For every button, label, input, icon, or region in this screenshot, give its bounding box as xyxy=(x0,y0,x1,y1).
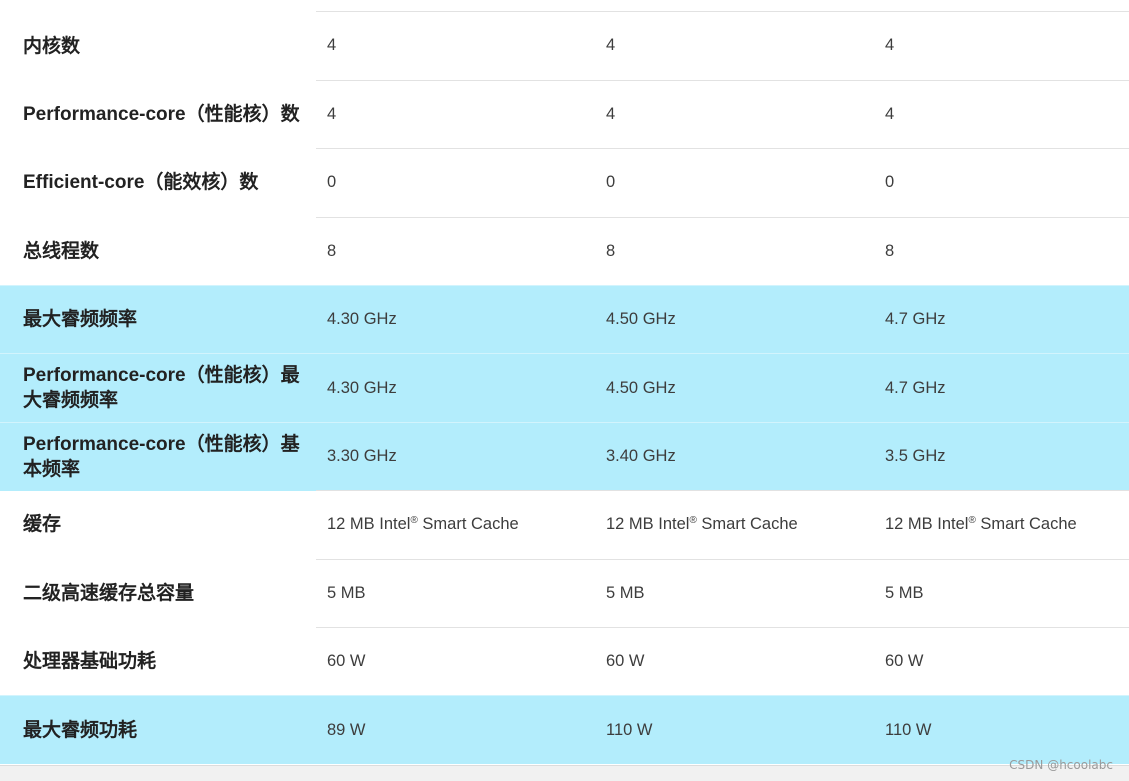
spec-row: Performance-core（性能核）最大睿频频率 4.30 GHz 4.50 … xyxy=(0,353,1129,423)
spec-value-col-3: 0 xyxy=(874,148,1129,218)
spec-row: 内核数 4 4 4 xyxy=(0,12,1129,80)
spec-value-col-2: 8 xyxy=(595,216,874,286)
spec-row: 最大睿频功耗 89 W 110 W 110 W xyxy=(0,695,1129,765)
spec-table-body: 内核数 4 4 4 Performance-core（性能核）数 4 4 4 Efficient… xyxy=(0,12,1129,765)
spec-value-col-3: 4 xyxy=(885,36,895,55)
spec-label: 缓存 xyxy=(23,514,62,536)
spec-value-col-1: 0 xyxy=(316,148,595,218)
spec-value-col-3: 5 MB xyxy=(874,558,1129,628)
spec-value-col-1: 89 W xyxy=(316,695,595,765)
spec-value-col-2: 3.40 GHz xyxy=(595,421,874,491)
spec-row: 最大睿频频率 4.30 GHz 4.50 GHz 4.7 GHz xyxy=(0,285,1129,354)
spec-value-col-1: 4.30 GHz xyxy=(316,285,595,354)
spec-row: Performance-core（性能核）数 4 4 4 xyxy=(0,79,1129,149)
spec-value-col-2: 4 xyxy=(595,79,874,149)
processor-spec-table: 内核数 4 4 4 Performance-core（性能核）数 4 4 4 Efficient… xyxy=(0,12,1129,765)
spec-row: 二级高速缓存总容量 5 MB 5 MB 5 MB xyxy=(0,558,1129,628)
spec-label: Performance-core（性能核）数 xyxy=(23,104,300,126)
spec-comparison-page: 内核数 4 4 4 Performance-core（性能核）数 4 4 4 Efficient… xyxy=(0,0,1129,781)
spec-label: 最大睿频频率 xyxy=(0,285,316,354)
spec-value-col-1: 4 xyxy=(327,36,337,55)
watermark: CSDN @hcoolabc xyxy=(1009,758,1113,772)
spec-label: 二级高速缓存总容量 xyxy=(23,582,195,604)
spec-value-col-2: 110 W xyxy=(595,695,874,765)
spec-value-col-3: 8 xyxy=(874,216,1129,286)
spec-value-col-2: 4.50 GHz xyxy=(595,353,874,423)
spec-value-col-1: 4.30 GHz xyxy=(316,353,595,423)
spec-value-col-2: 4 xyxy=(606,36,616,55)
spec-value-col-3: 4.7 GHz xyxy=(874,353,1129,423)
spec-label: Performance-core（性能核）基本频率 xyxy=(0,421,316,491)
spec-value-col-2: 5 MB xyxy=(595,558,874,628)
spec-value-col-3: 4.7 GHz xyxy=(874,285,1129,354)
spec-label: 内核数 xyxy=(23,35,81,57)
spec-value-col-3: 4 xyxy=(874,79,1129,149)
spec-value-col-1: 60 W xyxy=(316,627,595,696)
spec-value-col-1: 8 xyxy=(316,216,595,286)
spec-value-col-2: 60 W xyxy=(595,627,874,696)
spec-row: 总线程数 8 8 8 xyxy=(0,216,1129,286)
spec-row: Performance-core（性能核）基本频率 3.30 GHz 3.40 GH… xyxy=(0,421,1129,491)
spec-row: 处理器基础功耗 60 W 60 W 60 W xyxy=(0,627,1129,696)
spec-value-col-3: 60 W xyxy=(874,627,1129,696)
spec-value-col-2: 0 xyxy=(595,148,874,218)
spec-value-col-1: 3.30 GHz xyxy=(316,421,595,491)
spec-label: 最大睿频功耗 xyxy=(0,695,316,765)
spec-label: 总线程数 xyxy=(23,240,100,262)
spec-value-col-3: 12 MB Intel® Smart Cache xyxy=(874,490,1129,560)
spec-value-col-2: 12 MB Intel® Smart Cache xyxy=(595,490,874,560)
spec-value-col-3: 110 W xyxy=(874,695,1129,765)
spec-value-col-1: 4 xyxy=(316,79,595,149)
spec-label: 处理器基础功耗 xyxy=(23,650,157,672)
spec-value-col-1: 5 MB xyxy=(316,558,595,628)
spec-value-col-2: 4.50 GHz xyxy=(595,285,874,354)
footer-strip xyxy=(0,765,1129,781)
spec-label: Efficient-core（能效核）数 xyxy=(23,172,259,194)
spec-value-col-1: 12 MB Intel® Smart Cache xyxy=(316,490,595,560)
spec-value-col-3: 3.5 GHz xyxy=(874,421,1129,491)
spec-row: Efficient-core（能效核）数 0 0 0 xyxy=(0,148,1129,218)
spec-label: Performance-core（性能核）最大睿频频率 xyxy=(0,353,316,423)
spec-row: 缓存 12 MB Intel® Smart Cache 12 MB Intel® S… xyxy=(0,490,1129,560)
